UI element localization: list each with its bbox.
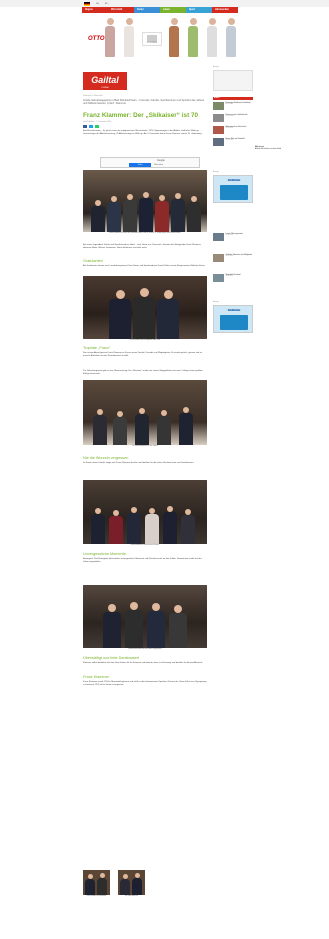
photo-caption: Die Geburtstagstorte für den Jubilar. (132, 446, 158, 447)
article-paragraph: Im Kreise seiner Familie zeigte sich Fra… (83, 462, 194, 464)
related-gallery: Franz Klammer mit Gratulanten Der Jubila… (83, 870, 145, 898)
photo-caption: Gemeinsam wurde auf den Jubilar angestoß… (128, 649, 162, 650)
topbar-item[interactable]: DE (96, 3, 99, 5)
section-heading: Nie die Wurzeln vergessen (83, 456, 129, 460)
sidebar-article[interactable]: Letzte Öffnungszeiten 04.12.2023 (213, 233, 253, 241)
ad-model-image (166, 18, 182, 58)
nav-item-kultur[interactable]: Kultur (134, 7, 160, 13)
share-overlay: Google Teilen Nicht teilen (100, 157, 200, 168)
article-byline: Von Redaktion · 7. Dezember 2023 (83, 121, 112, 123)
article-thumbnail (213, 114, 224, 122)
article-lead: Große Geburtstagsparty in Bad Kleinkirch… (83, 99, 205, 106)
sidebar-article[interactable]: Gailtaler Skiverein ehrt Mitglieder 03.12… (213, 254, 253, 262)
article-photo-4[interactable] (83, 480, 207, 544)
main-navigation: Region Wirtschaft Kultur Leben Sport Jah… (82, 7, 238, 13)
article-paragraph: Klammer selbst bedankte sich bei allen G… (83, 662, 203, 664)
facebook-icon[interactable] (83, 125, 87, 128)
sidebar-heading: Artikel (213, 97, 253, 100)
article-thumbnail (213, 233, 224, 241)
article-photo-2[interactable] (83, 276, 207, 339)
flag-icon (84, 1, 90, 6)
whatsapp-icon[interactable] (95, 125, 99, 128)
article-paragraph: Den ersten Abend genoss Franz Klammer im… (83, 352, 202, 358)
article-photo-1[interactable] (83, 170, 207, 232)
otto-logo: OTTO (88, 36, 105, 42)
photo-caption: Franz Klammer mit Ehrengästen beim Fest. (129, 340, 161, 341)
header-ad-slot[interactable] (213, 70, 253, 91)
photo-caption: Franz Klammer im Kreise der Gratulanten … (109, 233, 181, 234)
section-heading: Trophäe „Franz“ (83, 346, 111, 350)
site-logo-sub: JOURNAL (83, 87, 127, 90)
gallery-caption: Der Jubilar beim Fest (124, 896, 139, 897)
nav-item-region[interactable]: Region (82, 7, 108, 13)
breadcrumb[interactable]: Startseite » Wirtschaft (83, 95, 103, 97)
social-share (83, 125, 99, 128)
article-thumbnail (213, 274, 224, 282)
google-label: Google (157, 159, 165, 162)
site-logo[interactable]: Gailtal (83, 72, 127, 87)
ad-model-image (204, 18, 220, 58)
top-ad-banner[interactable]: OTTO GO EXPRESS (88, 16, 288, 58)
ad-model-image (223, 18, 239, 58)
sidebar-article[interactable]: Sanierung der Gailtalstraße 07.12.2023 (213, 114, 253, 122)
nav-item-wirtschaft[interactable]: Wirtschaft (108, 7, 134, 13)
share-button[interactable]: Teilen (129, 163, 151, 167)
article-thumbnail (213, 138, 224, 146)
sidebar-article[interactable]: Adventmarkt in Kötschach 06.12.2023 (213, 126, 253, 134)
article-thumbnail (213, 102, 224, 110)
ad-label: Anzeige (213, 67, 219, 68)
sidebar-article[interactable]: Hermagor Stadt feiert Jubiläum 08.12.2023 (213, 102, 253, 110)
twitter-icon[interactable] (89, 125, 93, 128)
article-thumbnail (213, 126, 224, 134)
article-paragraph: Zur Geburtstagstorte gab es eine Überras… (83, 370, 203, 376)
gallery-thumb[interactable]: Der Jubilar beim Fest (118, 870, 145, 898)
ad-label: Anzeige (213, 172, 219, 173)
romson-ad[interactable]: ROMSON Pools & Wellness (213, 305, 253, 333)
article-paragraph: Franz Klammer wurde 1953 in Mooswald geb… (83, 681, 207, 687)
ad-label: Anzeige (213, 302, 219, 303)
ad-model-image (121, 18, 137, 58)
no-share-button[interactable]: Nicht teilen (154, 163, 163, 167)
ad-product-box: GO EXPRESS (142, 32, 162, 46)
article-photo-5[interactable] (83, 585, 207, 648)
article-title: Franz Klammer: Der „Skikaiser“ ist 70 (83, 112, 199, 119)
ad-model-image (102, 18, 118, 58)
nav-item-leben[interactable]: Leben (160, 7, 186, 13)
article-thumbnail (213, 254, 224, 262)
section-heading: Franz Klammer (83, 675, 109, 679)
gallery-thumb[interactable]: Franz Klammer mit Gratulanten (83, 870, 110, 898)
article-paragraph: Bad Kleinkirchheim – Er gilt als einer d… (83, 130, 202, 136)
sidebar-article[interactable]: Neuer Wirt am Nassfeld 05.12.2023 (213, 138, 253, 146)
nav-item-sport[interactable]: Sport (186, 7, 212, 13)
top-utility-bar: DE AT (0, 0, 329, 7)
gallery-caption: Franz Klammer mit Gratulanten (86, 896, 107, 897)
ad-model-image (185, 18, 201, 58)
section-heading: Gratulanten (83, 259, 103, 263)
romson-ad[interactable]: ROMSON Pools & Wellness (213, 175, 253, 203)
article-photo-3[interactable] (83, 380, 207, 445)
topbar-item[interactable]: AT (105, 3, 108, 5)
breaking-news[interactable]: Mehr Lesen Aktuelle Nachrichten aus dem … (255, 147, 291, 151)
article-paragraph: Bei einem Jugendfest Schule und Sportfre… (83, 244, 202, 250)
section-heading: Unvergessliche Momente (83, 552, 126, 556)
article-paragraph: Bewegend: Die Ehrengäste überreichten un… (83, 558, 202, 564)
photo-caption: Franz Klammer im Kreise seiner Familie. (130, 545, 160, 546)
sidebar-article[interactable]: Skigebiet Nassfeld 02.12.2023 (213, 274, 253, 282)
article-paragraph: Als Gratulanten kamen auch Landeshauptma… (83, 265, 206, 267)
section-heading: Überwältigt und tiefe Dankbarkeit (83, 656, 139, 660)
nav-item-jahreszeiten[interactable]: Jahreszeiten (212, 7, 238, 13)
